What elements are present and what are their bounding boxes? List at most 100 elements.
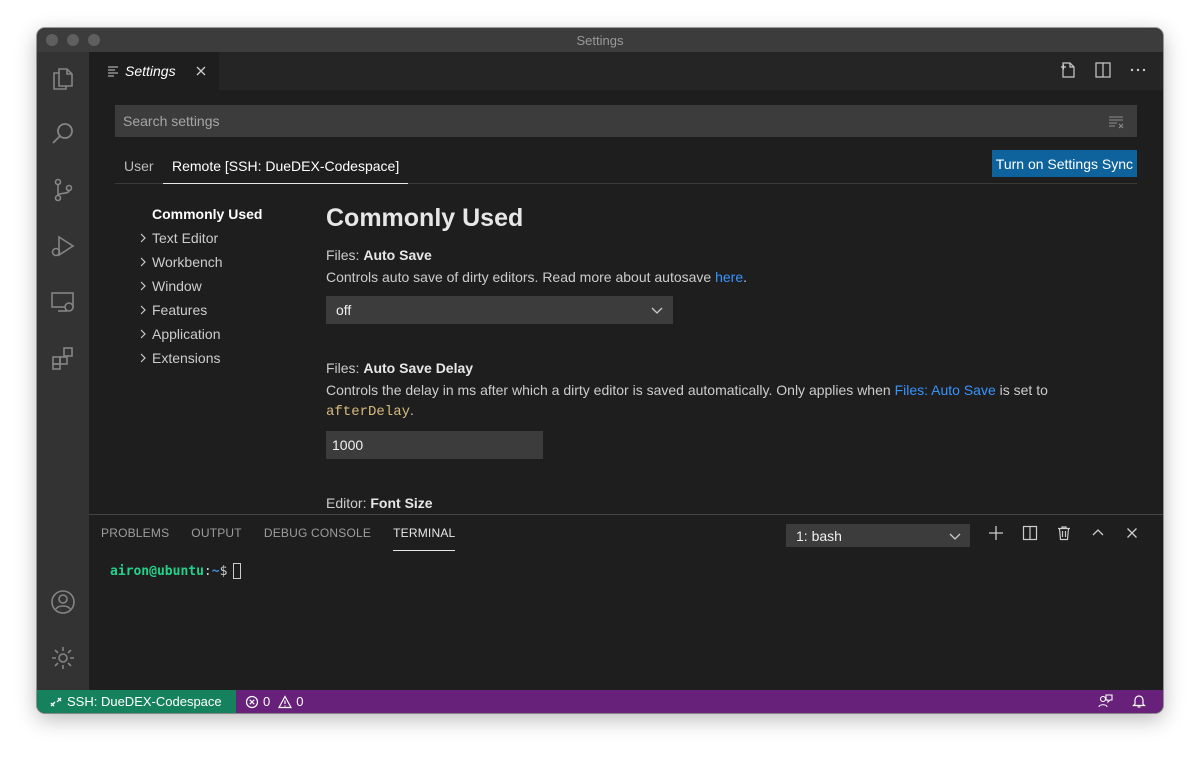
status-bar-right [1097, 693, 1147, 709]
gear-icon[interactable] [37, 634, 89, 682]
dropdown-value: off [336, 302, 352, 318]
toc-item-application[interactable]: Application [135, 322, 315, 346]
tab-settings[interactable]: Settings [89, 52, 219, 90]
files-auto-save-link[interactable]: Files: Auto Save [895, 382, 996, 398]
setting-description: Controls the delay in ms after which a d… [326, 380, 1106, 422]
chevron-right-icon [135, 326, 151, 342]
chevron-right-icon [135, 278, 151, 294]
window-title: Settings [576, 32, 624, 48]
bottom-panel: PROBLEMS OUTPUT DEBUG CONSOLE TERMINAL 1… [89, 514, 1163, 690]
panel-actions [987, 524, 1141, 542]
setting-title: Editor: Font Size [326, 493, 1126, 513]
search-icon[interactable] [37, 110, 89, 158]
error-icon [245, 695, 259, 708]
close-panel-icon[interactable] [1123, 524, 1141, 542]
editor-tab-bar: Settings [89, 52, 1163, 90]
description-text: is set to [995, 382, 1048, 398]
chevron-down-icon [651, 307, 663, 314]
tab-terminal[interactable]: TERMINAL [393, 515, 456, 551]
tab-problems[interactable]: PROBLEMS [101, 515, 169, 551]
chevron-right-icon [135, 254, 151, 270]
warning-count: 0 [296, 694, 304, 709]
setting-category: Files: [326, 247, 364, 263]
tab-debug-console[interactable]: DEBUG CONSOLE [264, 515, 371, 551]
settings-file-icon [108, 66, 118, 77]
toc-item-label: Workbench [152, 254, 223, 270]
chevron-right-icon [135, 350, 151, 366]
feedback-icon[interactable] [1097, 693, 1113, 709]
remote-explorer-icon[interactable] [37, 278, 89, 326]
autosave-docs-link[interactable]: here [715, 269, 743, 285]
status-bar: SSH: DueDEX-Codespace 0 0 [37, 690, 1163, 713]
search-input[interactable] [123, 113, 1083, 129]
toc-item-window[interactable]: Window [135, 274, 315, 298]
setting-font-size: Editor: Font Size [326, 493, 1126, 513]
bell-icon[interactable] [1131, 693, 1147, 709]
close-window-button[interactable] [46, 34, 58, 46]
more-actions-icon[interactable] [1129, 61, 1147, 79]
terminal-cursor [233, 563, 242, 579]
terminal-select-value: 1: bash [796, 527, 842, 544]
chevron-right-icon [135, 230, 151, 246]
settings-sync-button[interactable]: Turn on Settings Sync [991, 150, 1137, 177]
remote-indicator[interactable]: SSH: DueDEX-Codespace [37, 690, 236, 713]
toc-item-extensions[interactable]: Extensions [135, 346, 315, 370]
chevron-down-icon [949, 533, 961, 540]
error-count: 0 [263, 694, 271, 709]
accounts-icon[interactable] [37, 578, 89, 626]
prompt-user-host: airon@ubuntu [110, 563, 204, 579]
toc-item-label: Window [152, 278, 202, 294]
toc-item-text-editor[interactable]: Text Editor [135, 226, 315, 250]
window-controls [46, 34, 100, 46]
settings-list: Commonly Used Files: Auto Save Controls … [326, 202, 1126, 513]
toc-item-commonly-used[interactable]: Commonly Used [135, 202, 315, 226]
new-terminal-icon[interactable] [987, 524, 1005, 542]
run-debug-icon[interactable] [37, 222, 89, 270]
minimize-window-button[interactable] [67, 34, 79, 46]
description-text: . [743, 269, 748, 285]
problems-indicator[interactable]: 0 0 [245, 690, 303, 713]
settings-search [115, 105, 1137, 137]
inline-code: afterDelay [326, 404, 411, 420]
setting-title: Files: Auto Save [326, 245, 1126, 265]
auto-save-dropdown[interactable]: off [326, 296, 673, 324]
split-terminal-icon[interactable] [1021, 524, 1039, 542]
description-text: Controls the delay in ms after which a d… [326, 382, 895, 398]
toc-item-features[interactable]: Features [135, 298, 315, 322]
toc-item-label: Features [152, 302, 208, 318]
auto-save-delay-input[interactable]: 1000 [326, 431, 543, 459]
setting-description: Controls auto save of dirty editors. Rea… [326, 267, 1106, 287]
tab-remote[interactable]: Remote [SSH: DueDEX-Codespace] [163, 148, 409, 184]
extensions-icon[interactable] [37, 334, 89, 382]
tab-user[interactable]: User [115, 148, 163, 184]
maximize-window-button[interactable] [88, 34, 100, 46]
maximize-panel-icon[interactable] [1089, 524, 1107, 542]
clear-filter-icon[interactable] [1108, 114, 1124, 130]
setting-name: Font Size [370, 495, 433, 511]
settings-scope-tabs: User Remote [SSH: DueDEX-Codespace] Turn… [115, 148, 1137, 184]
remote-icon [50, 697, 62, 706]
settings-toc: Commonly Used Text Editor Workbench Wind… [135, 202, 315, 370]
setting-title: Files: Auto Save Delay [326, 358, 1126, 378]
terminal-output[interactable]: airon@ubuntu: ~ $ [110, 563, 242, 579]
warning-icon [278, 694, 293, 708]
open-settings-json-icon[interactable] [1059, 61, 1077, 79]
editor-actions [1059, 61, 1147, 79]
tab-output[interactable]: OUTPUT [191, 515, 242, 551]
toc-item-label: Text Editor [152, 230, 219, 246]
close-icon[interactable] [193, 63, 209, 79]
description-text: Controls auto save of dirty editors. Rea… [326, 269, 716, 285]
source-control-icon[interactable] [37, 166, 89, 214]
prompt-separator: : [203, 563, 212, 579]
split-editor-icon[interactable] [1094, 61, 1112, 79]
terminal-select[interactable]: 1: bash [786, 524, 970, 547]
panel-tabs: PROBLEMS OUTPUT DEBUG CONSOLE TERMINAL [101, 515, 477, 551]
trash-icon[interactable] [1055, 524, 1073, 542]
explorer-icon[interactable] [37, 55, 89, 103]
toc-item-workbench[interactable]: Workbench [135, 250, 315, 274]
setting-category: Files: [326, 360, 364, 376]
remote-label: SSH: DueDEX-Codespace [67, 694, 222, 709]
activity-bar [37, 52, 89, 690]
editor-area: Settings User Remote [SSH: DueDEX-C [89, 52, 1163, 690]
section-title: Commonly Used [326, 204, 524, 232]
